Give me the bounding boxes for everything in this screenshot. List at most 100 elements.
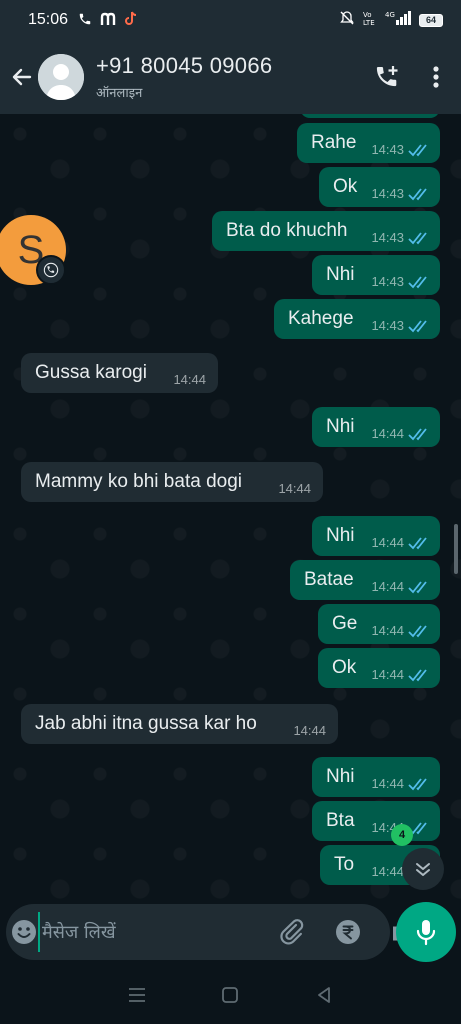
double-chevron-down-icon [416,863,430,876]
message-composer [6,904,415,960]
message-text: Batae [304,569,354,590]
message-time: 14:44 [173,372,206,387]
phone-icon [78,12,92,29]
voice-record-button[interactable] [396,902,456,962]
message-time: 14:43 [371,186,404,201]
message-meta: 14:44 [371,624,430,638]
message-meta: 14:43 [371,319,430,333]
message-text: Gussa karogi [35,362,147,383]
home-nav-icon[interactable] [210,975,250,1015]
message-time: 14:44 [371,623,404,638]
message-text: Rahe [311,132,357,153]
message-meta: 14:43 [371,143,430,157]
message-bubble-out[interactable]: Kahege 14:43 [274,299,440,339]
message-text: Nhi [326,264,355,285]
menu-nav-icon[interactable] [117,975,157,1015]
partial-message-bubble [300,114,440,118]
message-text: Jab abhi itna gussa kar ho [35,713,257,734]
message-text: Bta [326,810,355,831]
message-bubble-out[interactable]: Nhi 14:44 [312,407,440,447]
rupee-icon[interactable] [323,907,373,957]
message-time: 14:43 [371,230,404,245]
message-meta: 14:43 [371,275,430,289]
contact-avatar[interactable] [38,54,84,100]
message-meta: 14:43 [371,187,430,201]
battery-indicator: 64 [419,13,443,27]
emoji-icon[interactable] [10,904,38,960]
message-time: 14:44 [371,426,404,441]
message-meta: 14:44 [371,536,430,550]
m-app-icon [100,12,116,29]
svg-text:Vo: Vo [363,11,372,19]
read-ticks-icon [408,778,427,791]
call-icon[interactable] [36,255,66,285]
message-bubble-out[interactable]: Ok 14:43 [319,167,440,207]
read-ticks-icon [408,537,427,550]
message-bubble-out[interactable]: Nhi 14:43 [312,255,440,295]
message-time: 14:44 [293,723,326,738]
message-bubble-out[interactable]: Nhi 14:44 [312,516,440,556]
message-bubble-out[interactable]: Rahe 14:43 [297,123,440,163]
message-text: Bta do khuchh [226,220,348,241]
status-right-group: Vo LTE 4G 64 [339,10,443,30]
back-nav-icon[interactable] [304,975,344,1015]
message-time: 14:43 [371,142,404,157]
header-actions [367,57,461,97]
system-navigation-bar [0,966,461,1024]
back-arrow-icon[interactable] [8,63,36,91]
chat-header: +91 80045 09066 ऑनलाइन [0,40,461,114]
message-meta: 14:44 [278,482,311,496]
attach-icon[interactable] [267,907,317,957]
message-bubble-out[interactable]: Bta do khuchh 14:43 [212,211,440,251]
message-text: Ge [332,613,358,634]
mic-icon [416,920,436,946]
message-time: 14:43 [371,274,404,289]
message-time: 14:44 [371,535,404,550]
message-input[interactable] [38,912,267,952]
message-bubble-out[interactable]: Bta 14:44 [312,801,440,841]
mute-icon [339,10,355,30]
contact-status: ऑनलाइन [96,85,143,100]
message-meta: 14:43 [371,231,430,245]
tiktok-icon [124,11,138,29]
more-options-icon[interactable] [421,57,451,97]
read-ticks-icon [408,144,427,157]
unread-count-badge: 4 [391,824,413,846]
message-meta: 14:44 [371,427,430,441]
message-meta: 14:44 [371,668,430,682]
read-ticks-icon [408,428,427,441]
read-ticks-icon [408,276,427,289]
message-text: Nhi [326,416,355,437]
contact-info[interactable]: +91 80045 09066 ऑनलाइन [96,53,272,101]
status-bar: 15:06 Vo LTE 4G 64 [0,0,461,40]
message-bubble-out[interactable]: Ge 14:44 [318,604,440,644]
message-text: Kahege [288,308,354,329]
message-bubble-in[interactable]: Jab abhi itna gussa kar ho 14:44 [21,704,338,744]
svg-text:LTE: LTE [363,19,375,26]
message-text: Ok [333,176,358,197]
message-time: 14:43 [371,318,404,333]
message-meta: 14:44 [371,777,430,791]
read-ticks-icon [408,188,427,201]
add-call-icon[interactable] [367,57,407,97]
message-text: Ok [332,657,357,678]
chat-area[interactable]: Rahe 14:43 Ok 14:43 S Bta do khuchh 14:4… [0,114,461,910]
message-bubble-in[interactable]: Gussa karogi 14:44 [21,353,218,393]
read-ticks-icon [408,320,427,333]
message-bubble-out[interactable]: Batae 14:44 [290,560,440,600]
signal-4g-icon: 4G [385,10,411,30]
scroll-to-bottom-button[interactable] [402,848,444,890]
contact-name: +91 80045 09066 [96,53,273,78]
read-ticks-icon [408,232,427,245]
message-text: To [334,854,355,875]
message-bubble-out[interactable]: Nhi 14:44 [312,757,440,797]
message-text: Mammy ko bhi bata dogi [35,471,242,492]
message-meta: 14:44 [173,373,206,387]
read-ticks-icon [408,669,427,682]
scrollbar-thumb[interactable] [454,524,458,574]
message-bubble-in[interactable]: Mammy ko bhi bata dogi 14:44 [21,462,323,502]
message-bubble-out[interactable]: Ok 14:44 [318,648,440,688]
message-time: 14:44 [371,776,404,791]
status-time: 15:06 [28,11,69,28]
message-time: 14:44 [371,864,404,879]
